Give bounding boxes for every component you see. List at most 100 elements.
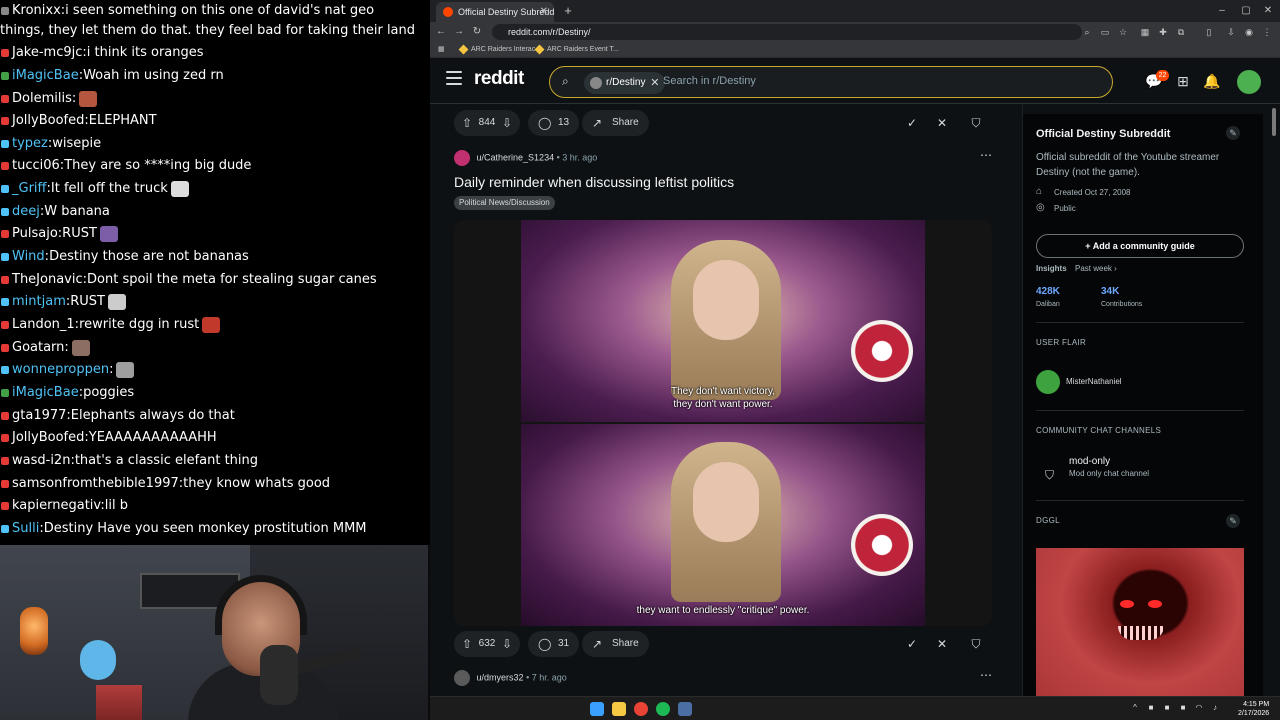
user-avatar[interactable] [1237,70,1261,94]
search-box[interactable]: ⌕ r/Destiny ✕ Search in r/Destiny [549,66,1113,98]
chat-username[interactable]: Landon_1 [12,317,75,332]
bookmark-arc-event[interactable]: ARC Raiders Event T... [534,44,619,56]
chat-username[interactable]: TheJonavic [12,272,83,287]
cast-icon[interactable]: ▭ [1098,25,1112,39]
chat-username[interactable]: samsonfromthebible1997 [12,476,179,491]
notifications-icon[interactable]: 🔔 [1203,72,1221,90]
spotify-icon[interactable] [656,702,670,716]
share-button[interactable]: ↗ Share [582,631,649,657]
chat-username[interactable]: _Griff [12,181,47,196]
chat-username[interactable]: Sulli [12,521,39,536]
scroll-thumb[interactable] [1272,108,1276,136]
minimize-button[interactable]: – [1212,3,1232,19]
chrome-icon[interactable] [634,702,648,716]
wifi-icon[interactable]: ◠ [1194,703,1204,713]
approve-icon[interactable]: ✓ [902,634,922,654]
clear-filter-icon[interactable]: ✕ [650,72,659,94]
tab-close-icon[interactable]: ✕ [540,2,548,22]
address-input[interactable]: reddit.com/r/Destiny/ [492,24,1082,40]
add-community-guide-button[interactable]: + Add a community guide [1036,234,1244,258]
remove-icon[interactable]: ✕ [932,113,952,133]
post-flair[interactable]: Political News/Discussion [454,196,555,210]
chat-count-badge: 22 [1156,70,1169,81]
chat-username[interactable]: wonneproppen [12,362,109,377]
clock[interactable]: 4:15 PM 2/17/2026 [1238,700,1269,718]
downvote-icon[interactable]: ⇩ [502,631,512,657]
new-tab-button[interactable]: + [560,2,576,20]
download-icon[interactable]: ⇩ [1224,25,1238,39]
post-media[interactable]: They don't want victory, they don't want… [454,220,992,626]
reload-icon[interactable]: ↻ [470,25,484,39]
insights-range[interactable]: Past week › [1075,264,1117,273]
post-title[interactable]: Daily reminder when discussing leftist p… [454,174,734,190]
bookmark-arc-interactive[interactable]: ARC Raiders Interac... [458,44,541,56]
chat-username[interactable]: Wind [12,249,45,264]
chat-username[interactable]: typez [12,136,48,151]
chat-username[interactable]: Dolemilis [12,91,72,106]
profile-icon[interactable]: ◉ [1242,25,1256,39]
chat-username[interactable]: JollyBoofed [12,430,84,445]
upvote-icon[interactable]: ⇧ [462,110,472,136]
chat-username[interactable]: mintjam [12,294,66,309]
edit-icon[interactable]: ✎ [1226,126,1240,140]
search-placeholder[interactable]: Search in r/Destiny [663,75,756,87]
volume-icon[interactable]: ♪ [1210,703,1220,713]
author-avatar[interactable] [454,670,470,686]
maximize-button[interactable]: ▢ [1236,3,1256,19]
extensions-puzzle-icon[interactable]: ⧉ [1174,25,1188,39]
bookmark-star-icon[interactable]: ☆ [1116,25,1130,39]
author-avatar[interactable] [454,150,470,166]
tray-overflow-icon[interactable]: ^ [1130,703,1140,713]
chat-username[interactable]: kapiernegativ [12,498,100,513]
tray-app-icon[interactable]: ■ [1146,703,1156,713]
close-window-button[interactable]: ✕ [1258,3,1278,19]
chat-username[interactable]: iMagicBae [12,385,79,400]
steam-icon[interactable] [678,702,692,716]
more-options-icon[interactable]: ⋯ [980,668,992,682]
share-button[interactable]: ↗ Share [582,110,649,136]
dggl-image[interactable] [1036,548,1244,706]
chat-username[interactable]: Jake-mc9jc [12,45,82,60]
post-author[interactable]: u/Catherine_S1234 [477,152,555,162]
chat-username[interactable]: JollyBoofed [12,113,84,128]
remove-icon[interactable]: ✕ [932,634,952,654]
chat-username[interactable]: tucci06 [12,158,60,173]
apps-grid-icon[interactable]: ▦ [438,44,445,56]
menu-icon[interactable] [446,71,462,85]
file-explorer-icon[interactable] [612,702,626,716]
subreddit-filter-chip[interactable]: r/Destiny ✕ [584,72,666,94]
downvote-icon[interactable]: ⇩ [502,110,512,136]
edit-icon[interactable]: ✎ [1226,514,1240,528]
chat-username[interactable]: gta1977 [12,408,66,423]
page-scrollbar[interactable] [1270,104,1278,696]
back-icon[interactable]: ← [434,25,448,39]
approve-icon[interactable]: ✓ [902,113,922,133]
chat-username[interactable]: wasd-i2n [12,453,70,468]
user-flair-name[interactable]: MisterNathaniel [1066,377,1122,386]
tab-reddit[interactable]: Official Destiny Subreddit ✕ [436,2,554,22]
forward-icon[interactable]: → [452,25,466,39]
browser-menu-icon[interactable]: ⋮ [1260,25,1274,39]
chat-username[interactable]: Goatarn [12,340,64,355]
mod-shield-icon[interactable]: ⛉ [966,113,986,133]
mod-shield-icon[interactable]: ⛉ [966,634,986,654]
tray-app-icon[interactable]: ■ [1162,703,1172,713]
chat-username[interactable]: Kronixx [12,3,61,18]
zoom-icon[interactable]: ⌕ [1080,25,1094,39]
extension-icon-2[interactable]: ✚ [1156,25,1170,39]
upvote-icon[interactable]: ⇧ [462,631,472,657]
chat-username[interactable]: deej [12,204,40,219]
chat-username[interactable]: Pulsajo [12,226,58,241]
channel-name[interactable]: mod-only [1069,456,1110,467]
post-author[interactable]: u/dmyers32 [477,672,524,682]
chat-username[interactable]: iMagicBae [12,68,79,83]
tray-app-icon[interactable]: ■ [1178,703,1188,713]
comments-button[interactable]: ◯ 13 [528,110,580,136]
extension-icon[interactable]: ▦ [1138,25,1152,39]
create-post-icon[interactable]: ⊞ [1174,72,1192,90]
more-options-icon[interactable]: ⋯ [980,148,992,162]
comments-button[interactable]: ◯ 31 [528,631,580,657]
sidebar-icon[interactable]: ▯ [1202,25,1216,39]
start-icon[interactable] [590,702,604,716]
reddit-logo[interactable]: reddit [474,68,524,90]
